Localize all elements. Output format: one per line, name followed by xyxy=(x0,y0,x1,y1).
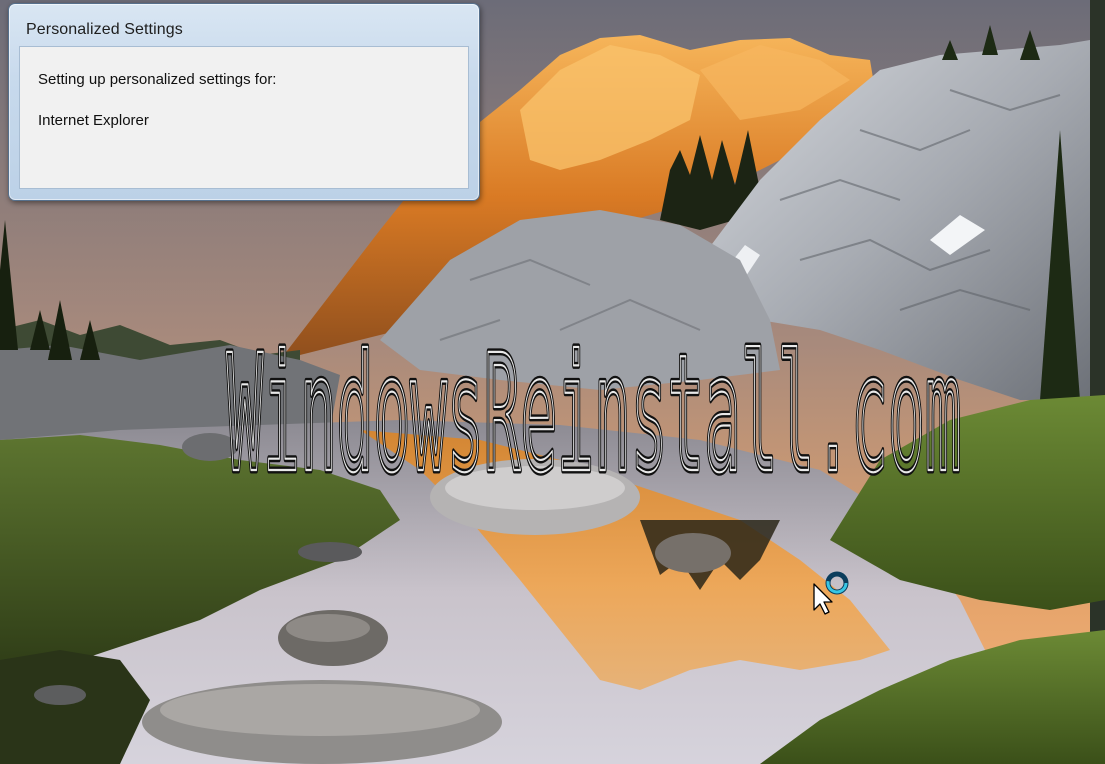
busy-arrow-icon xyxy=(813,571,849,615)
window-content-panel: Setting up personalized settings for: In… xyxy=(19,46,469,189)
personalized-settings-window[interactable]: Personalized Settings Setting up persona… xyxy=(8,3,480,201)
setup-component-name: Internet Explorer xyxy=(38,112,149,129)
desktop: WindowsReinstall.com WindowsReinstall.co… xyxy=(0,0,1105,764)
window-title: Personalized Settings xyxy=(26,21,183,38)
setup-message: Setting up personalized settings for: xyxy=(38,71,277,88)
